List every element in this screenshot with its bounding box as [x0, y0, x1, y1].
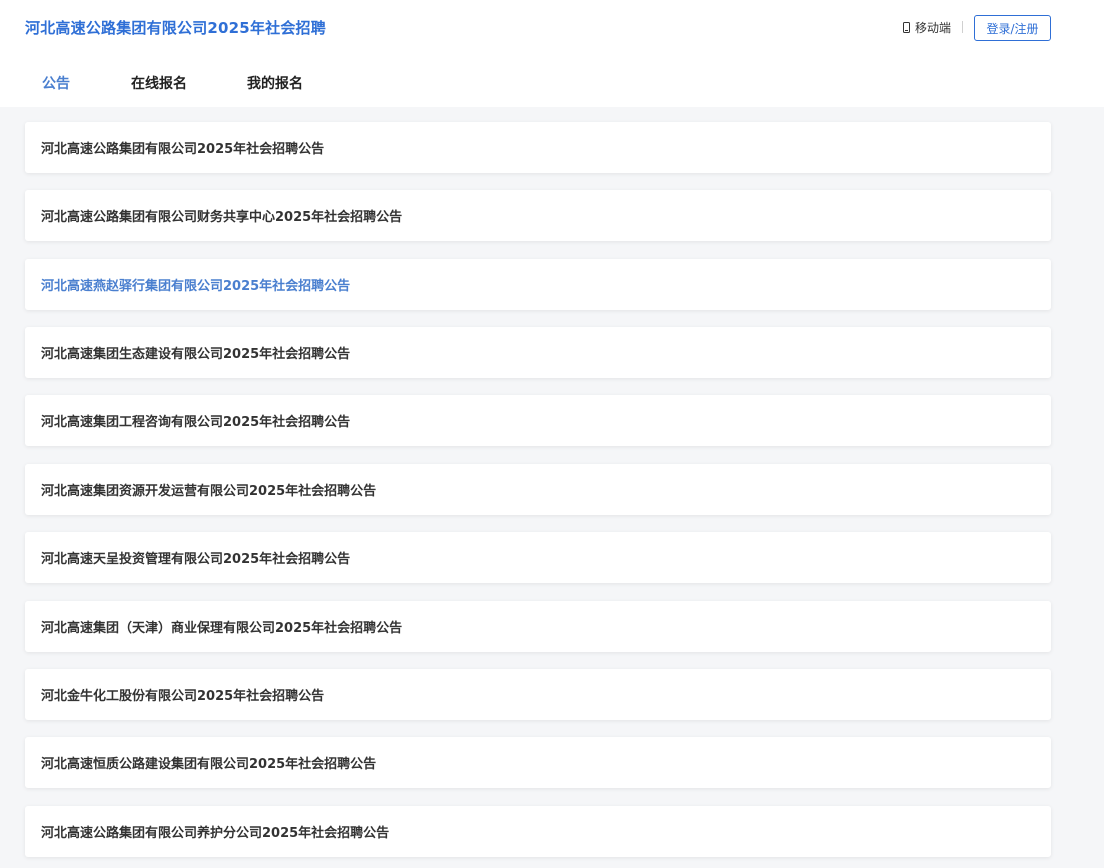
announcement-card[interactable]: 河北高速恒质公路建设集团有限公司2025年社会招聘公告	[25, 737, 1051, 788]
announcement-card[interactable]: 河北高速集团工程咨询有限公司2025年社会招聘公告	[25, 395, 1051, 446]
phone-icon	[903, 21, 910, 33]
announcement-card[interactable]: 河北高速燕赵驿行集团有限公司2025年社会招聘公告	[25, 259, 1051, 310]
announcement-card[interactable]: 河北高速集团生态建设有限公司2025年社会招聘公告	[25, 327, 1051, 378]
announcement-title: 河北高速集团资源开发运营有限公司2025年社会招聘公告	[41, 484, 377, 499]
announcement-title: 河北高速公路集团有限公司2025年社会招聘公告	[41, 142, 325, 157]
announcement-card[interactable]: 河北高速集团（天津）商业保理有限公司2025年社会招聘公告	[25, 601, 1051, 652]
announcement-card[interactable]: 河北高速公路集团有限公司财务共享中心2025年社会招聘公告	[25, 190, 1051, 241]
header: 河北高速公路集团有限公司2025年社会招聘 移动端 登录/注册 公告 在线报名 …	[0, 0, 1104, 107]
login-register-button[interactable]: 登录/注册	[974, 15, 1051, 41]
mobile-label: 移动端	[915, 20, 952, 35]
tab-my-registrations[interactable]: 我的报名	[247, 73, 303, 93]
announcement-card[interactable]: 河北金牛化工股份有限公司2025年社会招聘公告	[25, 669, 1051, 720]
announcement-card[interactable]: 河北高速公路集团有限公司养护分公司2025年社会招聘公告	[25, 806, 1051, 857]
tab-announcements[interactable]: 公告	[42, 73, 70, 93]
announcement-card[interactable]: 河北高速集团资源开发运营有限公司2025年社会招聘公告	[25, 464, 1051, 515]
tab-online-registration[interactable]: 在线报名	[131, 73, 187, 93]
header-divider	[962, 21, 963, 33]
announcement-title: 河北高速公路集团有限公司养护分公司2025年社会招聘公告	[41, 826, 390, 841]
site-title[interactable]: 河北高速公路集团有限公司2025年社会招聘	[25, 17, 326, 38]
announcement-title: 河北高速燕赵驿行集团有限公司2025年社会招聘公告	[41, 279, 351, 294]
announcement-title: 河北高速天呈投资管理有限公司2025年社会招聘公告	[41, 552, 351, 567]
announcement-card[interactable]: 河北高速公路集团有限公司2025年社会招聘公告	[25, 122, 1051, 173]
announcement-title: 河北高速公路集团有限公司财务共享中心2025年社会招聘公告	[41, 210, 403, 225]
announcement-card[interactable]: 河北高速天呈投资管理有限公司2025年社会招聘公告	[25, 532, 1051, 583]
mobile-link[interactable]: 移动端	[903, 19, 951, 35]
announcement-title: 河北金牛化工股份有限公司2025年社会招聘公告	[41, 689, 325, 704]
announcement-title: 河北高速集团工程咨询有限公司2025年社会招聘公告	[41, 415, 351, 430]
announcement-title: 河北高速集团生态建设有限公司2025年社会招聘公告	[41, 347, 351, 362]
announcement-title: 河北高速集团（天津）商业保理有限公司2025年社会招聘公告	[41, 621, 403, 636]
announcement-title: 河北高速恒质公路建设集团有限公司2025年社会招聘公告	[41, 757, 377, 772]
